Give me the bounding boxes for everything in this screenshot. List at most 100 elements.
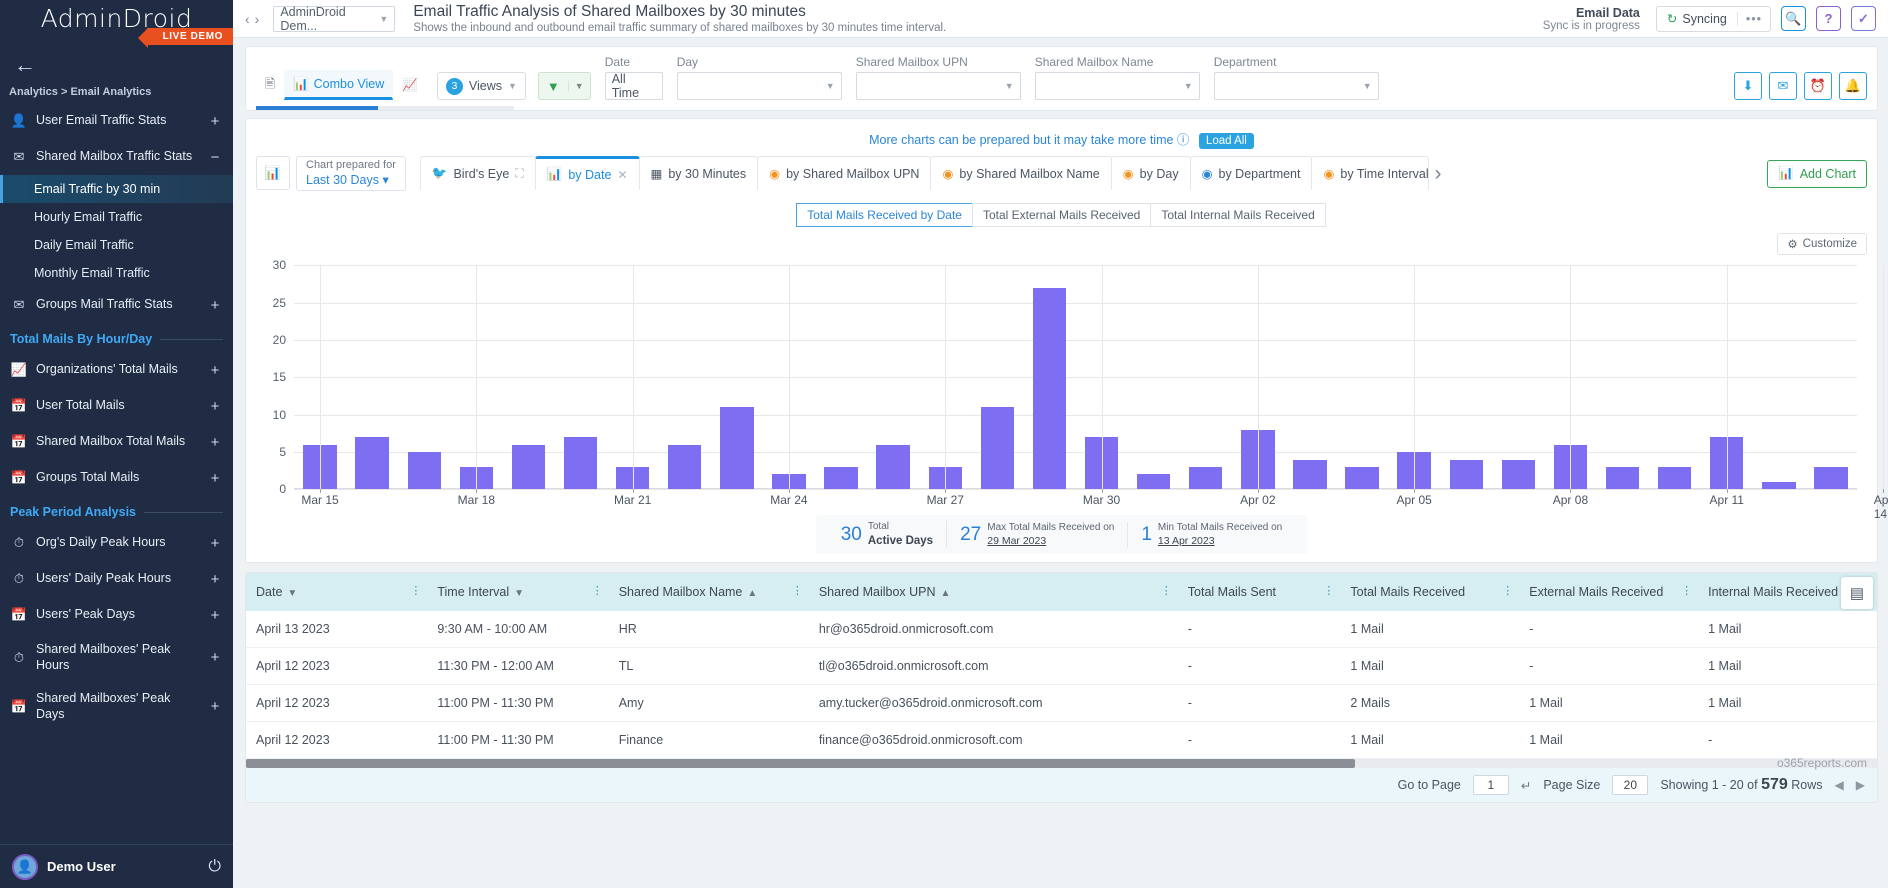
sidebar-item-user-email-traffic-stats[interactable]: 👤 User Email Traffic Stats +	[0, 103, 233, 139]
tenant-selector[interactable]: AdminDroid Dem... ▼	[273, 6, 395, 32]
bar[interactable]	[1137, 474, 1170, 489]
column-menu-icon[interactable]: ⋮	[1502, 588, 1513, 596]
help-icon[interactable]: ?	[1816, 6, 1841, 31]
info-icon[interactable]: ⓘ	[1177, 133, 1190, 147]
table-column-header[interactable]: Time Interval▼⋮	[427, 573, 608, 611]
sidebar-item-organizations-total-mails[interactable]: 📈 Organizations' Total Mails +	[0, 352, 233, 388]
bar[interactable]	[1450, 460, 1483, 490]
expander-icon[interactable]: +	[209, 571, 221, 588]
sidebar-item-shared-mailbox-total-mails[interactable]: 📅 Shared Mailbox Total Mails +	[0, 424, 233, 460]
sort-icon[interactable]: ▼	[514, 588, 524, 599]
sidebar-subitem-hourly-email-traffic[interactable]: Hourly Email Traffic	[0, 203, 233, 231]
bar[interactable]	[512, 445, 545, 490]
expander-icon[interactable]: +	[209, 698, 221, 715]
enter-icon[interactable]: ↵	[1521, 778, 1531, 793]
expand-icon[interactable]: ⛶	[515, 166, 523, 181]
combo-view-tab[interactable]: 📊 Combo View	[284, 70, 393, 100]
sort-icon[interactable]: ▲	[747, 588, 757, 599]
add-chart-button[interactable]: 📊 Add Chart	[1767, 160, 1867, 188]
tab-by-shared-mailbox-name[interactable]: ◉ by Shared Mailbox Name	[930, 156, 1111, 190]
day-input[interactable]: ▼	[677, 72, 842, 100]
bar[interactable]	[408, 452, 441, 489]
prev-page-icon[interactable]: ◀	[1835, 778, 1844, 792]
sync-button[interactable]: ↻ Syncing •••	[1656, 6, 1771, 32]
sidebar-subitem-monthly-email-traffic[interactable]: Monthly Email Traffic	[0, 259, 233, 287]
bar[interactable]	[355, 437, 388, 489]
tab-by-date[interactable]: 📊 by Date ✕	[535, 156, 640, 190]
page-size-input[interactable]	[1612, 775, 1648, 795]
sidebar-item-user-total-mails[interactable]: 📅 User Total Mails +	[0, 388, 233, 424]
back-arrow-icon[interactable]: ←	[0, 42, 233, 82]
column-menu-icon[interactable]: ⋮	[1161, 588, 1172, 596]
chevron-down-icon[interactable]: ▼	[568, 81, 590, 91]
bar[interactable]	[1293, 460, 1326, 490]
sidebar-item-users-peak-days[interactable]: 📅 Users' Peak Days +	[0, 597, 233, 633]
expander-icon[interactable]: +	[209, 649, 221, 666]
table-column-header[interactable]: Total Mails Sent⋮	[1178, 573, 1341, 611]
bar[interactable]	[720, 407, 753, 489]
horizontal-scrollbar[interactable]	[246, 759, 1877, 768]
bar[interactable]	[1033, 288, 1066, 490]
bar[interactable]	[1606, 467, 1639, 489]
chart-type-icon[interactable]: 📊	[256, 156, 290, 190]
expander-icon[interactable]: +	[209, 434, 221, 451]
subtab-total-internal-mails-received[interactable]: Total Internal Mails Received	[1150, 203, 1325, 227]
table-column-header[interactable]: Shared Mailbox UPN▲⋮	[809, 573, 1178, 611]
bar[interactable]	[564, 437, 597, 489]
next-icon[interactable]: ›	[255, 11, 260, 27]
column-menu-icon[interactable]: ⋮	[410, 588, 421, 596]
subtab-total-mails-received-by-date[interactable]: Total Mails Received by Date	[796, 203, 973, 227]
table-column-header[interactable]: Date▼⋮	[246, 573, 427, 611]
tab-by-department[interactable]: ◉ by Department	[1190, 156, 1313, 190]
chart-view-icon[interactable]: 📈	[393, 70, 427, 100]
tabs-next-arrow[interactable]: ›	[1428, 156, 1447, 191]
prepared-value[interactable]: Last 30 Days ▾	[306, 173, 396, 189]
chart-prepared-for[interactable]: Chart prepared for Last 30 Days ▾	[296, 156, 406, 191]
bar[interactable]	[981, 407, 1014, 489]
table-column-header[interactable]: External Mails Received⋮	[1519, 573, 1698, 611]
date-input[interactable]: All Time	[605, 72, 663, 100]
sidebar-subitem-email-traffic-by-30-min[interactable]: Email Traffic by 30 min	[0, 175, 233, 203]
sidebar-item-users-daily-peak-hours[interactable]: ⏱ Users' Daily Peak Hours +	[0, 561, 233, 597]
expander-icon[interactable]: +	[209, 470, 221, 487]
expander-icon[interactable]: −	[209, 149, 221, 166]
expander-icon[interactable]: +	[209, 113, 221, 130]
close-icon[interactable]: ✕	[617, 168, 627, 182]
bar[interactable]	[668, 445, 701, 490]
bar[interactable]	[876, 445, 909, 490]
sidebar-item-shared-mailboxes-peak-hours[interactable]: ⏱ Shared Mailboxes' Peak Hours +	[0, 633, 233, 682]
column-menu-icon[interactable]: ⋮	[792, 588, 803, 596]
schedule-icon[interactable]: ⏰	[1804, 72, 1832, 100]
go-to-page-input[interactable]	[1473, 775, 1509, 795]
expander-icon[interactable]: +	[209, 362, 221, 379]
expander-icon[interactable]: +	[209, 607, 221, 624]
sidebar-item-orgs-daily-peak-hours[interactable]: ⏱ Org's Daily Peak Hours +	[0, 525, 233, 561]
column-menu-icon[interactable]: ⋮	[592, 588, 603, 596]
bar[interactable]	[1658, 467, 1691, 489]
column-menu-icon[interactable]: ⋮	[1681, 588, 1692, 596]
sidebar-item-shared-mailbox-traffic-stats[interactable]: ✉ Shared Mailbox Traffic Stats −	[0, 139, 233, 175]
sort-icon[interactable]: ▲	[941, 588, 951, 599]
table-column-header[interactable]: Shared Mailbox Name▲⋮	[609, 573, 809, 611]
shared-mailbox-name-input[interactable]: ▼	[1035, 72, 1200, 100]
bar[interactable]	[824, 467, 857, 489]
sync-more-button[interactable]: •••	[1737, 12, 1770, 26]
sort-icon[interactable]: ▼	[287, 588, 297, 599]
bar[interactable]	[1762, 482, 1795, 489]
tab-by-day[interactable]: ◉ by Day	[1111, 156, 1191, 190]
download-icon[interactable]: ⬇	[1734, 72, 1762, 100]
check-circle-icon[interactable]: ✓	[1851, 6, 1876, 31]
column-menu-icon[interactable]: ⋮	[1323, 588, 1334, 596]
tab-by-30-minutes[interactable]: ▦ by 30 Minutes	[639, 156, 759, 190]
load-all-button[interactable]: Load All	[1199, 133, 1254, 149]
tab-birds-eye[interactable]: 🐦 Bird's Eye ⛶	[420, 156, 536, 190]
expander-icon[interactable]: +	[209, 398, 221, 415]
stat-date-link[interactable]: 13 Apr 2023	[1158, 535, 1282, 548]
bar[interactable]	[1502, 460, 1535, 490]
prev-icon[interactable]: ‹	[245, 11, 250, 27]
sidebar-item-groups-total-mails[interactable]: 📅 Groups Total Mails +	[0, 460, 233, 496]
power-icon[interactable]: ⏻	[208, 858, 221, 876]
table-row[interactable]: April 12 202311:30 PM - 12:00 AMTLtl@o36…	[246, 648, 1877, 685]
mail-icon[interactable]: ✉	[1769, 72, 1797, 100]
tab-by-time-interval[interactable]: ◉ by Time Interval	[1311, 156, 1429, 190]
